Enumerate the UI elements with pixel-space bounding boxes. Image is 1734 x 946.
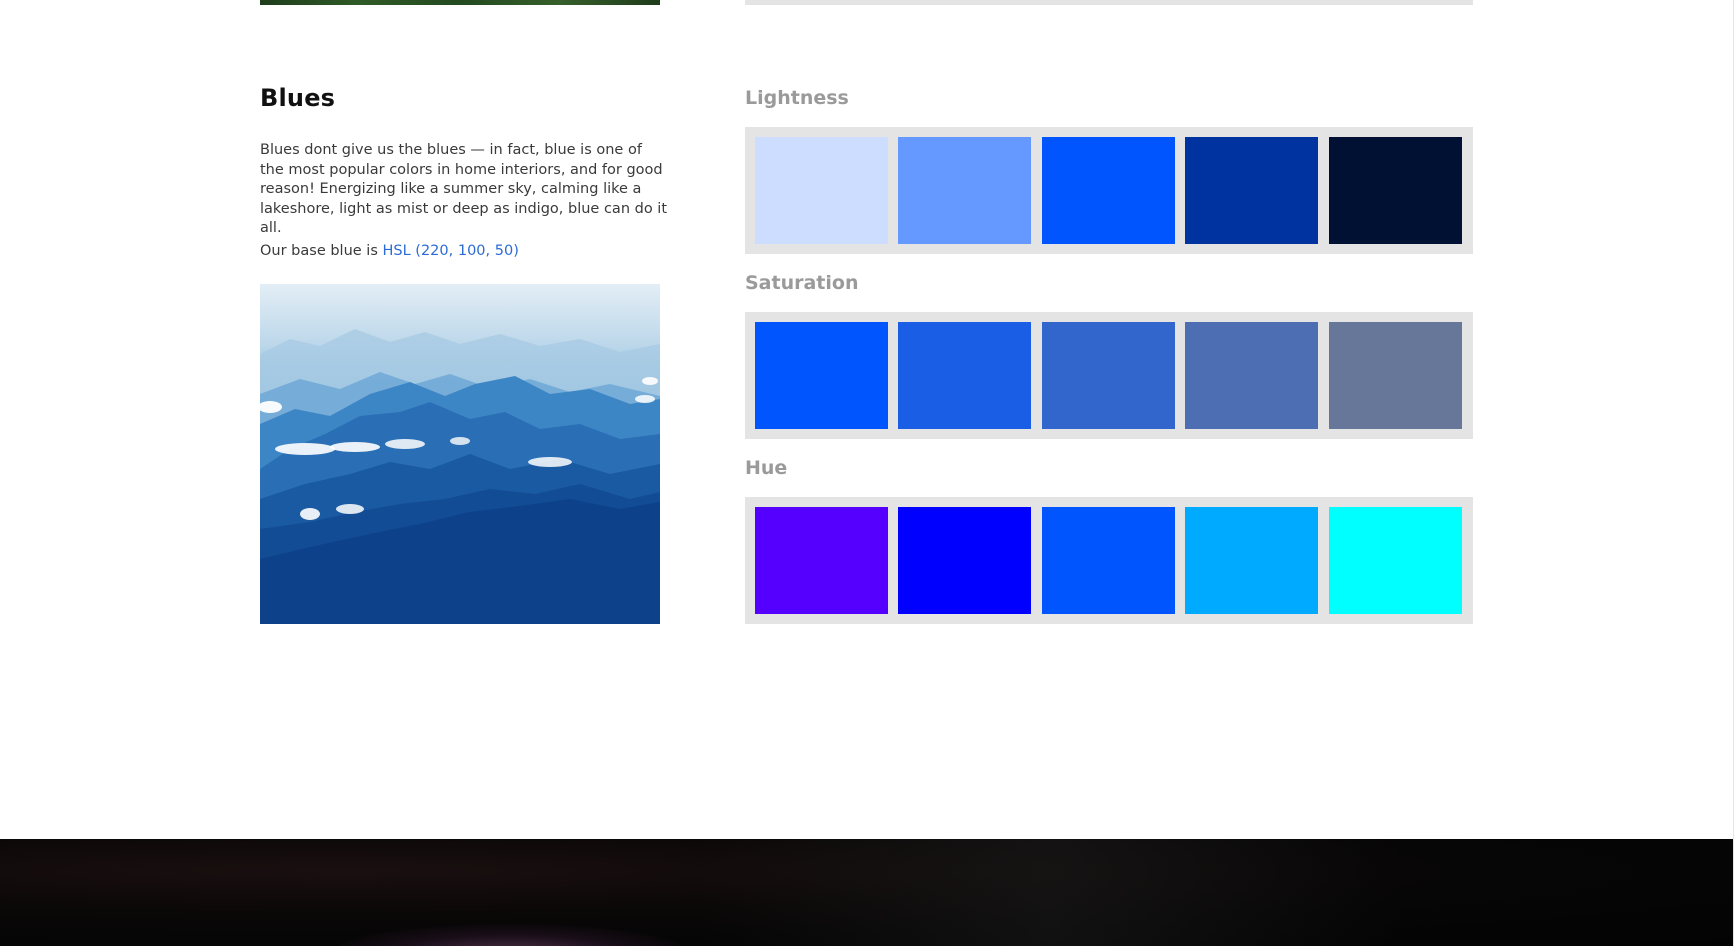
- lightness-swatch: [1329, 137, 1462, 244]
- base-color-prefix: Our base blue is: [260, 243, 383, 259]
- previous-section-swatch-panel: [745, 0, 1473, 5]
- hue-label: Hue: [745, 457, 788, 479]
- saturation-swatch-panel: [745, 312, 1473, 439]
- lightness-swatch: [1185, 137, 1318, 244]
- saturation-swatch: [1329, 322, 1462, 429]
- saturation-label: Saturation: [745, 272, 859, 294]
- saturation-swatch: [755, 322, 888, 429]
- lightness-swatch: [898, 137, 1031, 244]
- lightness-swatch-panel: [745, 127, 1473, 254]
- saturation-swatch: [898, 322, 1031, 429]
- footer-shade: [700, 839, 1400, 946]
- page: Blues Blues dont give us the blues — in …: [0, 0, 1734, 946]
- hue-swatch: [755, 507, 888, 614]
- mountain-illustration: [260, 329, 660, 624]
- lightness-label: Lightness: [745, 87, 849, 109]
- footer-glow: [330, 924, 690, 946]
- lightness-swatch: [755, 137, 888, 244]
- hue-swatch: [898, 507, 1031, 614]
- footer-banner: [0, 839, 1733, 946]
- previous-section-image: [260, 0, 660, 5]
- base-color-line: Our base blue is HSL (220, 100, 50): [260, 241, 519, 261]
- blue-mountains-image: [260, 284, 660, 624]
- hue-swatch-panel: [745, 497, 1473, 624]
- saturation-swatch: [1185, 322, 1318, 429]
- hue-swatch: [1042, 507, 1175, 614]
- hue-swatch: [1185, 507, 1318, 614]
- hue-swatch: [1329, 507, 1462, 614]
- lightness-swatch: [1042, 137, 1175, 244]
- section-title: Blues: [260, 84, 336, 112]
- saturation-swatch: [1042, 322, 1175, 429]
- section-description: Blues dont give us the blues — in fact, …: [260, 142, 668, 236]
- base-color-link[interactable]: HSL (220, 100, 50): [383, 243, 519, 259]
